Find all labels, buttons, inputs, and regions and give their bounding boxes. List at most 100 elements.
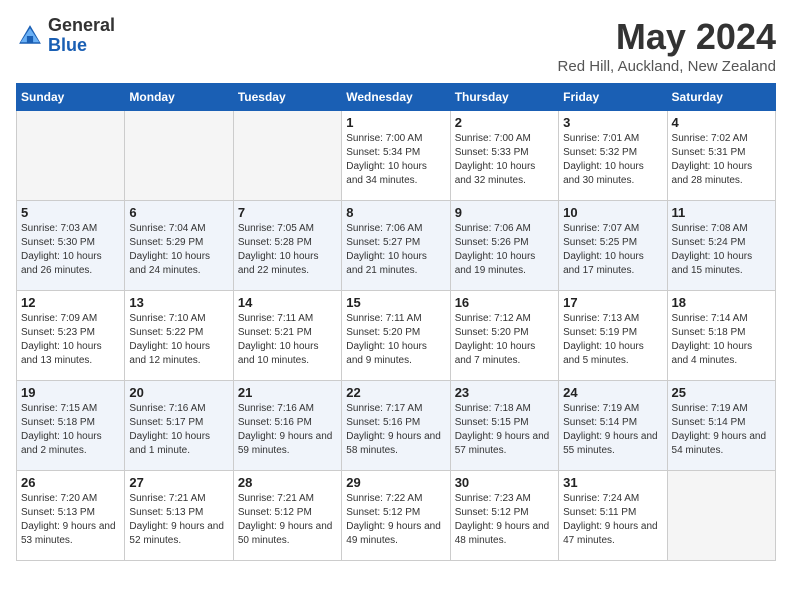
day-cell: 16 Sunrise: 7:12 AMSunset: 5:20 PMDayligh…: [450, 291, 558, 381]
day-number: 3: [563, 115, 662, 130]
day-info: Sunrise: 7:04 AMSunset: 5:29 PMDaylight:…: [129, 222, 228, 278]
day-info: Sunrise: 7:00 AMSunset: 5:33 PMDaylight:…: [455, 132, 554, 188]
day-header-wednesday: Wednesday: [342, 84, 450, 111]
day-cell: 20Sunrise: 7:16 AMSunset: 5:17 PMDayligh…: [125, 381, 233, 471]
week-row-5: 26 Sunrise: 7:20 AMSunset: 5:13 PMDayligh…: [17, 471, 776, 561]
day-number: 25: [672, 385, 771, 400]
day-info: Sunrise: 7:13 AMSunset: 5:19 PMDaylight:…: [563, 312, 662, 368]
day-info: Sunrise: 7:19 AMSunset: 5:14 PMDaylight:…: [672, 402, 771, 458]
day-cell: 21 Sunrise: 7:16 AMSunset: 5:16 PMDayligh…: [233, 381, 341, 471]
day-info: Sunrise: 7:22 AMSunset: 5:12 PMDaylight:…: [346, 492, 445, 548]
day-info: Sunrise: 7:11 AMSunset: 5:21 PMDaylight:…: [238, 312, 337, 368]
day-info: Sunrise: 7:14 AMSunset: 5:18 PMDaylight:…: [672, 312, 771, 368]
day-number: 26: [21, 475, 120, 490]
day-cell: 11Sunrise: 7:08 AMSunset: 5:24 PMDayligh…: [667, 201, 775, 291]
day-cell: 22 Sunrise: 7:17 AMSunset: 5:16 PMDayligh…: [342, 381, 450, 471]
day-number: 17: [563, 295, 662, 310]
logo-general: General: [48, 16, 115, 36]
day-cell: 15 Sunrise: 7:11 AMSunset: 5:20 PMDayligh…: [342, 291, 450, 381]
day-cell: 31Sunrise: 7:24 AMSunset: 5:11 PMDayligh…: [559, 471, 667, 561]
logo-blue: Blue: [48, 36, 115, 56]
day-cell: [667, 471, 775, 561]
day-number: 4: [672, 115, 771, 130]
month-title: May 2024: [558, 16, 776, 58]
day-number: 20: [129, 385, 228, 400]
day-cell: 10 Sunrise: 7:07 AMSunset: 5:25 PMDayligh…: [559, 201, 667, 291]
day-number: 16: [455, 295, 554, 310]
week-row-3: 12 Sunrise: 7:09 AMSunset: 5:23 PMDayligh…: [17, 291, 776, 381]
day-info: Sunrise: 7:08 AMSunset: 5:24 PMDaylight:…: [672, 222, 771, 278]
day-cell: 3 Sunrise: 7:01 AMSunset: 5:32 PMDaylight…: [559, 111, 667, 201]
day-header-tuesday: Tuesday: [233, 84, 341, 111]
day-number: 30: [455, 475, 554, 490]
day-number: 10: [563, 205, 662, 220]
day-number: 15: [346, 295, 445, 310]
day-info: Sunrise: 7:17 AMSunset: 5:16 PMDaylight:…: [346, 402, 445, 458]
calendar-table: SundayMondayTuesdayWednesdayThursdayFrid…: [16, 83, 776, 561]
day-cell: 8 Sunrise: 7:06 AMSunset: 5:27 PMDaylight…: [342, 201, 450, 291]
day-cell: 12 Sunrise: 7:09 AMSunset: 5:23 PMDayligh…: [17, 291, 125, 381]
logo-icon: [16, 22, 44, 50]
day-cell: 30Sunrise: 7:23 AMSunset: 5:12 PMDayligh…: [450, 471, 558, 561]
day-cell: 28Sunrise: 7:21 AMSunset: 5:12 PMDayligh…: [233, 471, 341, 561]
header-row: SundayMondayTuesdayWednesdayThursdayFrid…: [17, 84, 776, 111]
day-cell: 4Sunrise: 7:02 AMSunset: 5:31 PMDaylight…: [667, 111, 775, 201]
day-cell: 25 Sunrise: 7:19 AMSunset: 5:14 PMDayligh…: [667, 381, 775, 471]
day-header-monday: Monday: [125, 84, 233, 111]
day-number: 24: [563, 385, 662, 400]
day-info: Sunrise: 7:06 AMSunset: 5:27 PMDaylight:…: [346, 222, 445, 278]
day-header-thursday: Thursday: [450, 84, 558, 111]
day-number: 9: [455, 205, 554, 220]
day-cell: 1 Sunrise: 7:00 AMSunset: 5:34 PMDaylight…: [342, 111, 450, 201]
day-info: Sunrise: 7:03 AMSunset: 5:30 PMDaylight:…: [21, 222, 120, 278]
day-number: 12: [21, 295, 120, 310]
title-block: May 2024 Red Hill, Auckland, New Zealand: [558, 16, 776, 75]
day-number: 5: [21, 205, 120, 220]
page-header: General Blue May 2024 Red Hill, Auckland…: [16, 16, 776, 75]
day-info: Sunrise: 7:21 AMSunset: 5:13 PMDaylight:…: [129, 492, 228, 548]
day-number: 23: [455, 385, 554, 400]
day-number: 14: [238, 295, 337, 310]
day-info: Sunrise: 7:16 AMSunset: 5:16 PMDaylight:…: [238, 402, 337, 458]
week-row-1: 1 Sunrise: 7:00 AMSunset: 5:34 PMDaylight…: [17, 111, 776, 201]
day-number: 22: [346, 385, 445, 400]
day-cell: [233, 111, 341, 201]
day-number: 13: [129, 295, 228, 310]
day-info: Sunrise: 7:05 AMSunset: 5:28 PMDaylight:…: [238, 222, 337, 278]
day-info: Sunrise: 7:19 AMSunset: 5:14 PMDaylight:…: [563, 402, 662, 458]
day-cell: 29Sunrise: 7:22 AMSunset: 5:12 PMDayligh…: [342, 471, 450, 561]
day-number: 19: [21, 385, 120, 400]
day-number: 8: [346, 205, 445, 220]
day-info: Sunrise: 7:11 AMSunset: 5:20 PMDaylight:…: [346, 312, 445, 368]
day-number: 7: [238, 205, 337, 220]
day-number: 21: [238, 385, 337, 400]
week-row-4: 19Sunrise: 7:15 AMSunset: 5:18 PMDayligh…: [17, 381, 776, 471]
day-number: 1: [346, 115, 445, 130]
day-cell: 5 Sunrise: 7:03 AMSunset: 5:30 PMDaylight…: [17, 201, 125, 291]
day-header-friday: Friday: [559, 84, 667, 111]
day-info: Sunrise: 7:09 AMSunset: 5:23 PMDaylight:…: [21, 312, 120, 368]
logo: General Blue: [16, 16, 115, 56]
day-info: Sunrise: 7:00 AMSunset: 5:34 PMDaylight:…: [346, 132, 445, 188]
day-info: Sunrise: 7:01 AMSunset: 5:32 PMDaylight:…: [563, 132, 662, 188]
location: Red Hill, Auckland, New Zealand: [558, 58, 776, 75]
day-number: 27: [129, 475, 228, 490]
day-cell: 14 Sunrise: 7:11 AMSunset: 5:21 PMDayligh…: [233, 291, 341, 381]
day-info: Sunrise: 7:21 AMSunset: 5:12 PMDaylight:…: [238, 492, 337, 548]
day-cell: 9Sunrise: 7:06 AMSunset: 5:26 PMDaylight…: [450, 201, 558, 291]
day-cell: 6 Sunrise: 7:04 AMSunset: 5:29 PMDaylight…: [125, 201, 233, 291]
day-info: Sunrise: 7:07 AMSunset: 5:25 PMDaylight:…: [563, 222, 662, 278]
day-info: Sunrise: 7:12 AMSunset: 5:20 PMDaylight:…: [455, 312, 554, 368]
day-info: Sunrise: 7:24 AMSunset: 5:11 PMDaylight:…: [563, 492, 662, 548]
logo-text: General Blue: [48, 16, 115, 56]
day-number: 2: [455, 115, 554, 130]
day-cell: 2 Sunrise: 7:00 AMSunset: 5:33 PMDaylight…: [450, 111, 558, 201]
day-cell: 7 Sunrise: 7:05 AMSunset: 5:28 PMDaylight…: [233, 201, 341, 291]
day-cell: 24 Sunrise: 7:19 AMSunset: 5:14 PMDayligh…: [559, 381, 667, 471]
day-info: Sunrise: 7:20 AMSunset: 5:13 PMDaylight:…: [21, 492, 120, 548]
day-cell: 27 Sunrise: 7:21 AMSunset: 5:13 PMDayligh…: [125, 471, 233, 561]
day-info: Sunrise: 7:10 AMSunset: 5:22 PMDaylight:…: [129, 312, 228, 368]
day-header-sunday: Sunday: [17, 84, 125, 111]
day-cell: [125, 111, 233, 201]
day-number: 6: [129, 205, 228, 220]
